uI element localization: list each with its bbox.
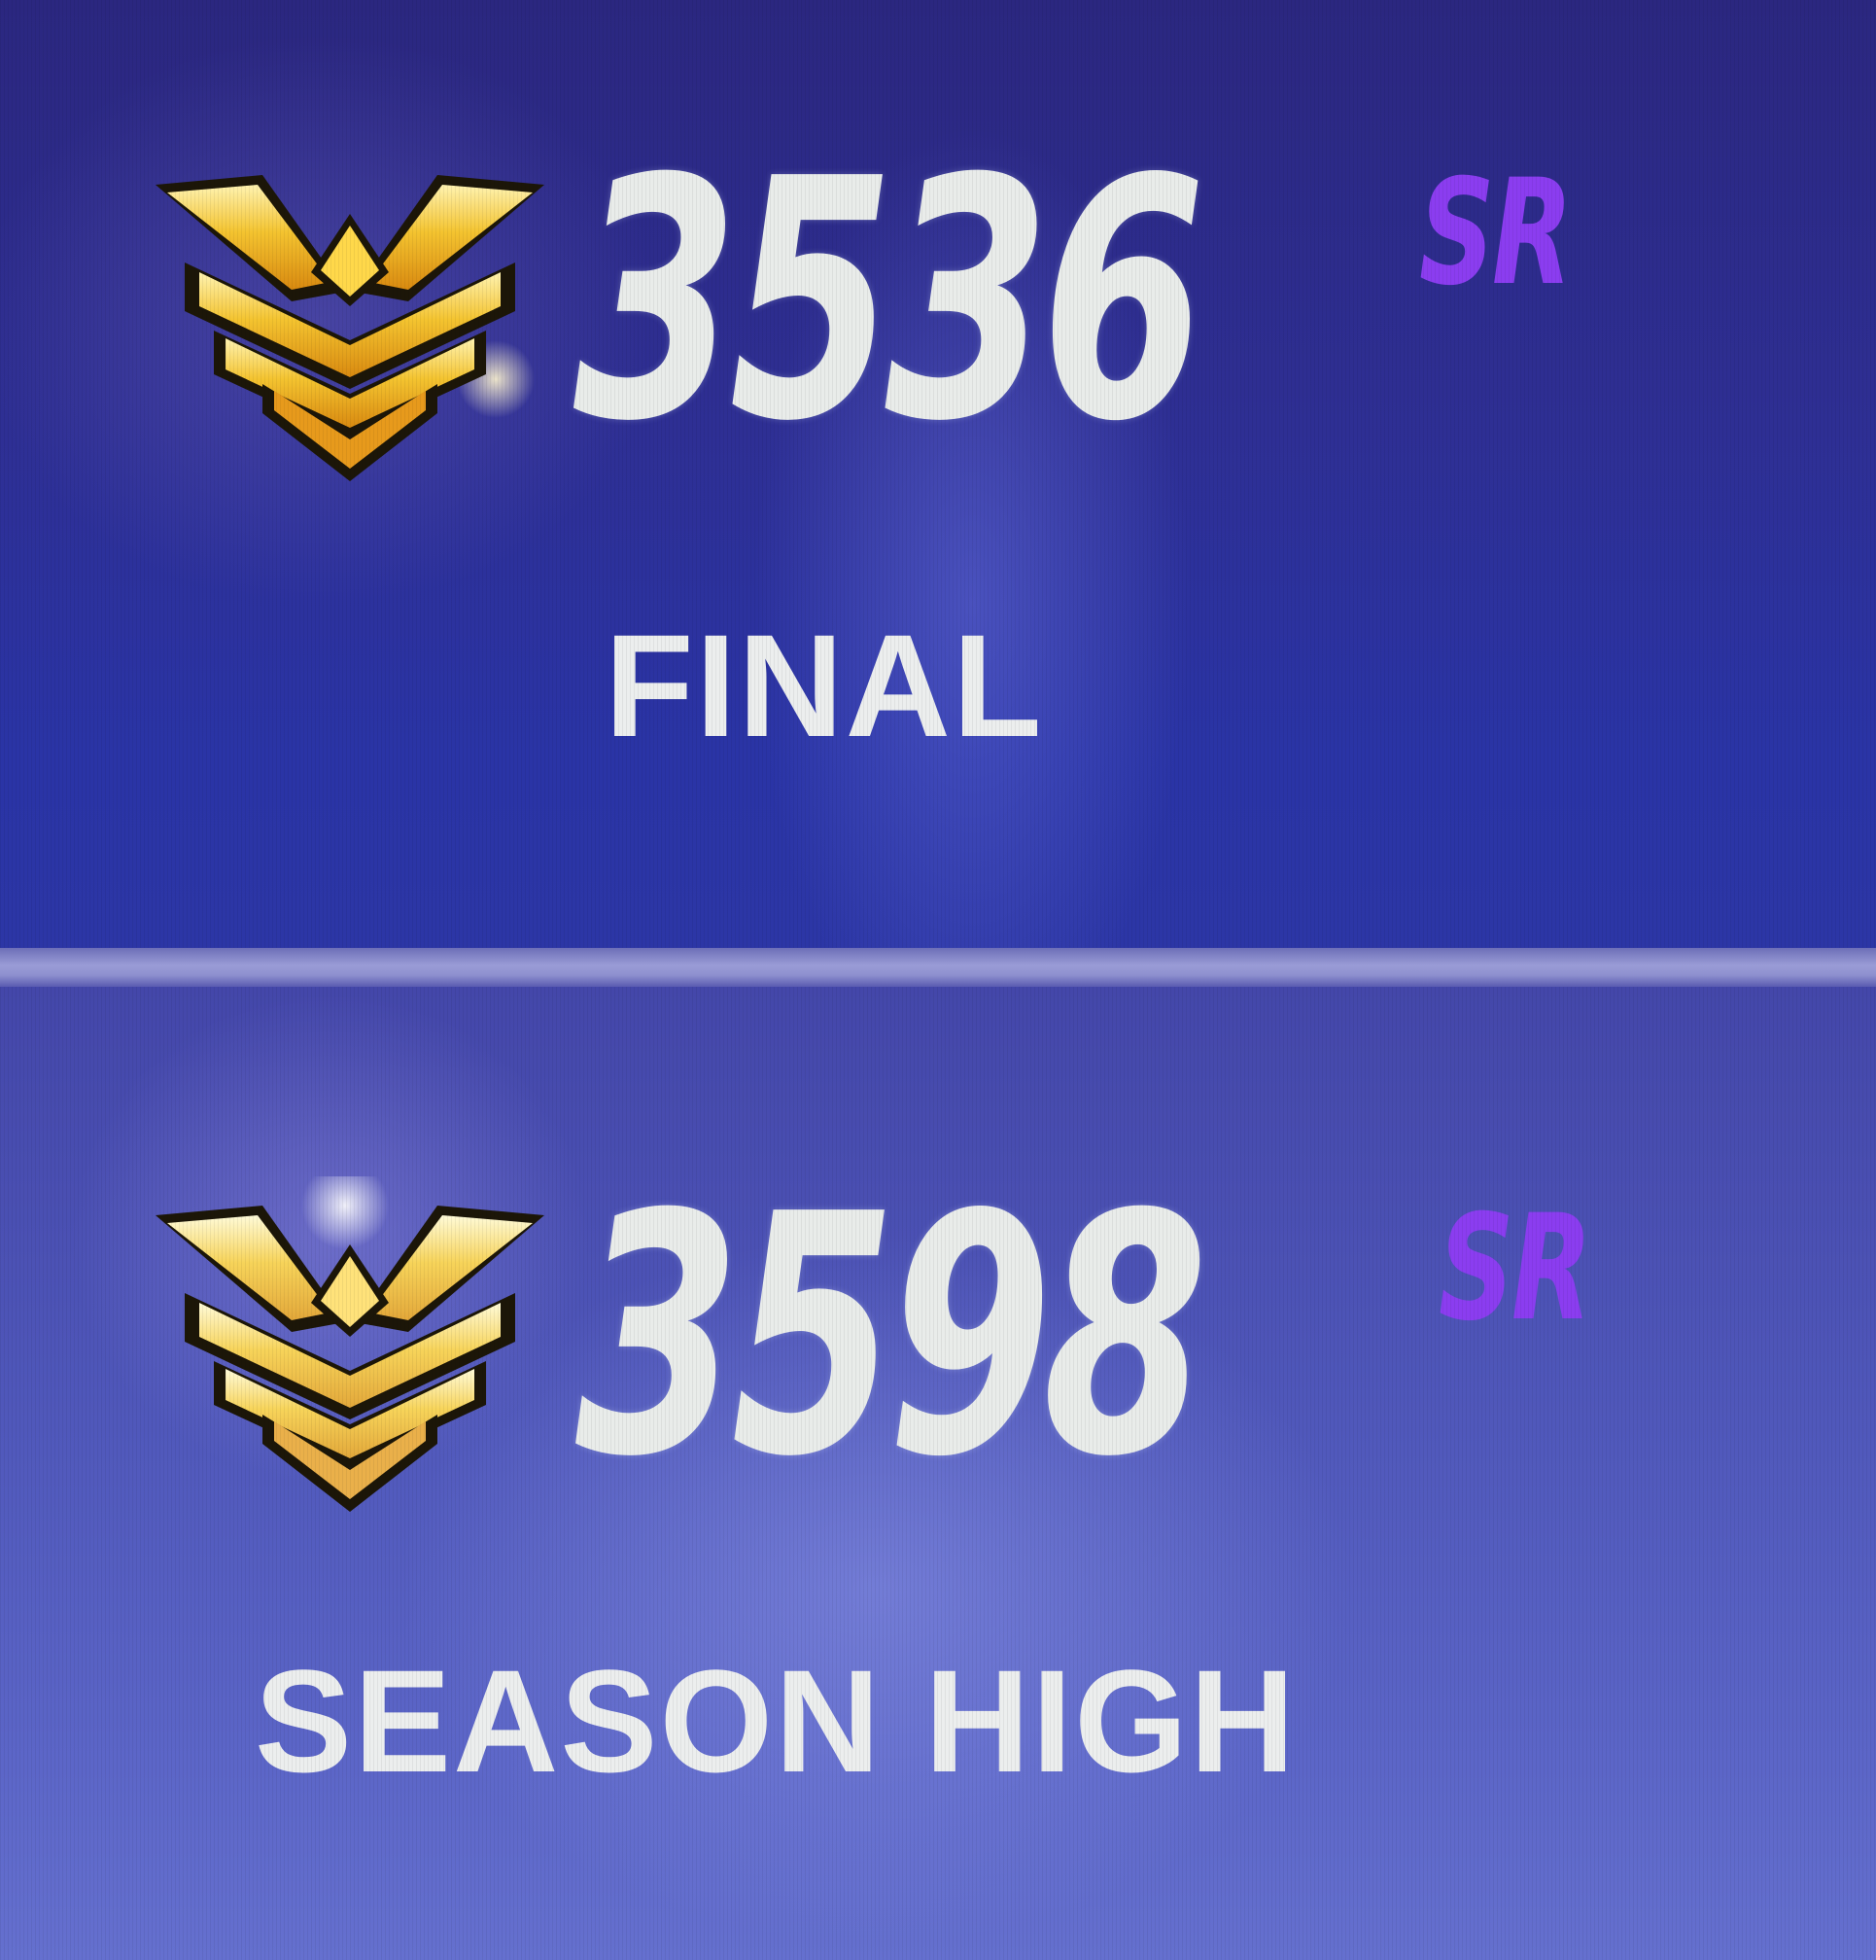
final-sr-unit: SR xyxy=(1419,149,1573,318)
master-rank-icon xyxy=(146,146,554,496)
master-rank-icon xyxy=(146,1176,554,1526)
final-sr-panel: 3536 SR FINAL xyxy=(0,0,1876,948)
season-high-sr-value: 3598 xyxy=(575,1144,1208,1529)
final-sr-value: 3536 xyxy=(573,109,1206,494)
season-high-sr-panel: 3598 SR SEASON HIGH xyxy=(0,987,1876,1960)
panel-divider xyxy=(0,948,1876,987)
season-high-label: SEASON HIGH xyxy=(255,1639,1298,1802)
season-high-sr-unit: SR xyxy=(1439,1184,1592,1353)
final-label: FINAL xyxy=(605,604,1044,767)
